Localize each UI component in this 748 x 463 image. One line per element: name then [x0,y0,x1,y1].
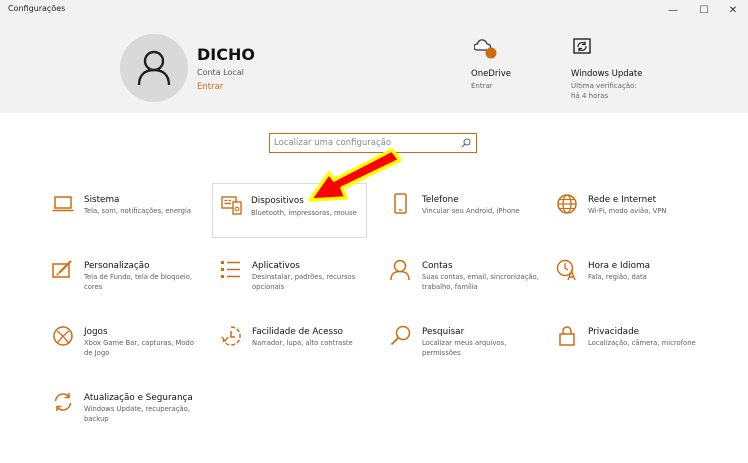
apps-list-icon [221,261,240,278]
tile-description: Windows Update, recuperação, backup [84,405,190,423]
tile-description: Bluetooth, impressoras, mouse [251,209,357,217]
tile-hora-idioma[interactable]: Hora e Idioma Fala, região, data [556,259,711,314]
tile-description: Suas contas, email, sincronização, traba… [422,273,539,291]
tile-description: Localização, câmera, microfone [588,339,696,347]
title-bar: Configurações — ☐ ✕ [0,0,748,20]
paint-icon [52,260,72,278]
account-header: DICHO Conta Local Entrar OneDrive Entrar… [0,20,748,113]
search-icon [390,325,411,346]
tile-description: Wi-Fi, modo avião, VPN [588,207,667,215]
minimize-button[interactable]: — [658,0,688,20]
tile-title: Facilidade de Acesso [252,327,344,337]
tile-title: Privacidade [588,327,640,337]
onedrive-icon[interactable] [473,38,498,64]
globe-icon [557,194,577,214]
tile-title: Aplicativos [252,261,300,271]
person-icon [390,259,410,281]
onedrive-title[interactable]: OneDrive [471,69,511,79]
search-icon[interactable] [461,138,471,148]
sync-icon [54,393,72,411]
tile-title: Sistema [84,195,120,205]
avatar[interactable] [120,34,188,102]
accessibility-icon [221,326,241,346]
tile-privacidade[interactable]: Privacidade Localização, câmera, microfo… [556,325,711,380]
highlight-arrow [308,148,402,202]
tile-title: Hora e Idioma [588,261,650,271]
tile-atualizacao-seguranca[interactable]: Atualização e Segurança Windows Update, … [52,391,207,446]
tile-sistema[interactable]: Sistema Tela, som, notificações, energia [52,193,207,248]
windows-update-icon[interactable] [572,37,592,61]
account-type: Conta Local [197,68,244,77]
tile-pesquisar[interactable]: Pesquisar Localizar meus arquivos, permi… [390,325,545,380]
xbox-icon [53,326,73,346]
laptop-icon [52,196,74,212]
tile-title: Personalização [84,261,150,271]
tile-facilidade-acesso[interactable]: Facilidade de Acesso Narrador, lupa, alt… [220,325,375,380]
onedrive-subtitle: Entrar [471,82,493,90]
tile-description: Localizar meus arquivos, permissões [422,339,507,357]
user-icon [137,50,171,86]
tile-aplicativos[interactable]: Aplicativos Desinstalar, padrões, recurs… [220,259,375,314]
tile-description: Xbox Game Bar, capturas, Modo de Jogo [84,339,194,357]
tile-description: Tela de Fundo, tela de bloqueio, cores [84,273,193,291]
windows-update-last-check: Última verificação: [571,82,637,90]
tile-description: Desinstalar, padrões, recursos opcionais [252,273,356,291]
tile-title: Contas [422,261,453,271]
windows-update-title[interactable]: Windows Update [571,69,642,79]
tile-title: Pesquisar [422,327,465,337]
sign-in-link[interactable]: Entrar [197,82,223,92]
tile-title: Atualização e Segurança [84,393,193,403]
tile-description: Fala, região, data [588,273,647,281]
tile-title: Telefone [422,195,459,205]
windows-update-time: há 4 horas [571,92,609,100]
account-name: DICHO [197,45,255,64]
window-title: Configurações [8,4,66,13]
tile-jogos[interactable]: Jogos Xbox Game Bar, capturas, Modo de J… [52,325,207,380]
tile-description: Tela, som, notificações, energia [84,207,192,215]
maximize-button[interactable]: ☐ [689,0,719,20]
time-language-icon [556,259,576,281]
tile-personalizacao[interactable]: Personalização Tela de Fundo, tela de bl… [52,259,207,314]
lock-icon [559,326,575,346]
close-button[interactable]: ✕ [718,0,748,20]
tile-rede-internet[interactable]: Rede e Internet Wi-Fi, modo avião, VPN [556,193,711,248]
tile-description: Narrador, lupa, alto contraste [252,339,353,347]
tile-title: Jogos [84,327,108,337]
tile-contas[interactable]: Contas Suas contas, email, sincronização… [390,259,545,314]
tile-title: Dispositivos [251,196,304,206]
tile-telefone[interactable]: Telefone Vincular seu Android, iPhone [390,193,545,248]
tile-title: Rede e Internet [588,195,657,205]
devices-icon [221,196,242,215]
tile-description: Vincular seu Android, iPhone [422,207,520,215]
